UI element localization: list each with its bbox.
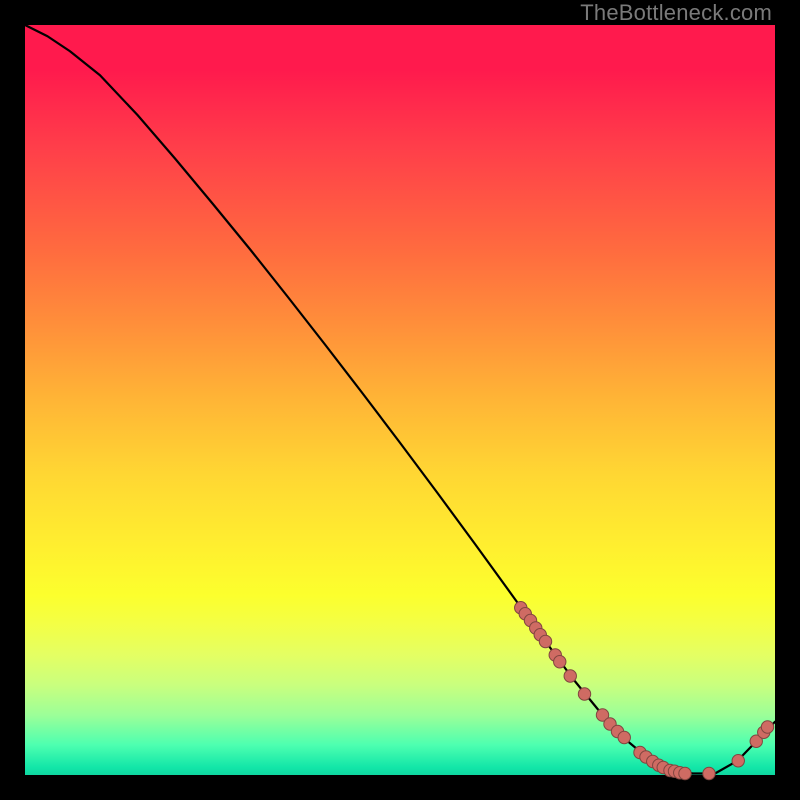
curve-dot — [578, 688, 590, 700]
curve-dots-group — [515, 602, 774, 780]
chart-stage: TheBottleneck.com — [0, 0, 800, 800]
curve-dot — [761, 721, 773, 733]
curve-dot — [618, 731, 630, 743]
curve-dot — [703, 767, 715, 779]
curve-dot — [554, 656, 566, 668]
plot-area — [25, 25, 775, 775]
curve-dot — [732, 755, 744, 767]
curve-dot — [539, 635, 551, 647]
curve-dot — [679, 767, 691, 779]
curve-dot — [564, 670, 576, 682]
watermark-text: TheBottleneck.com — [580, 0, 772, 26]
bottleneck-curve — [25, 25, 775, 774]
chart-svg — [25, 25, 775, 775]
